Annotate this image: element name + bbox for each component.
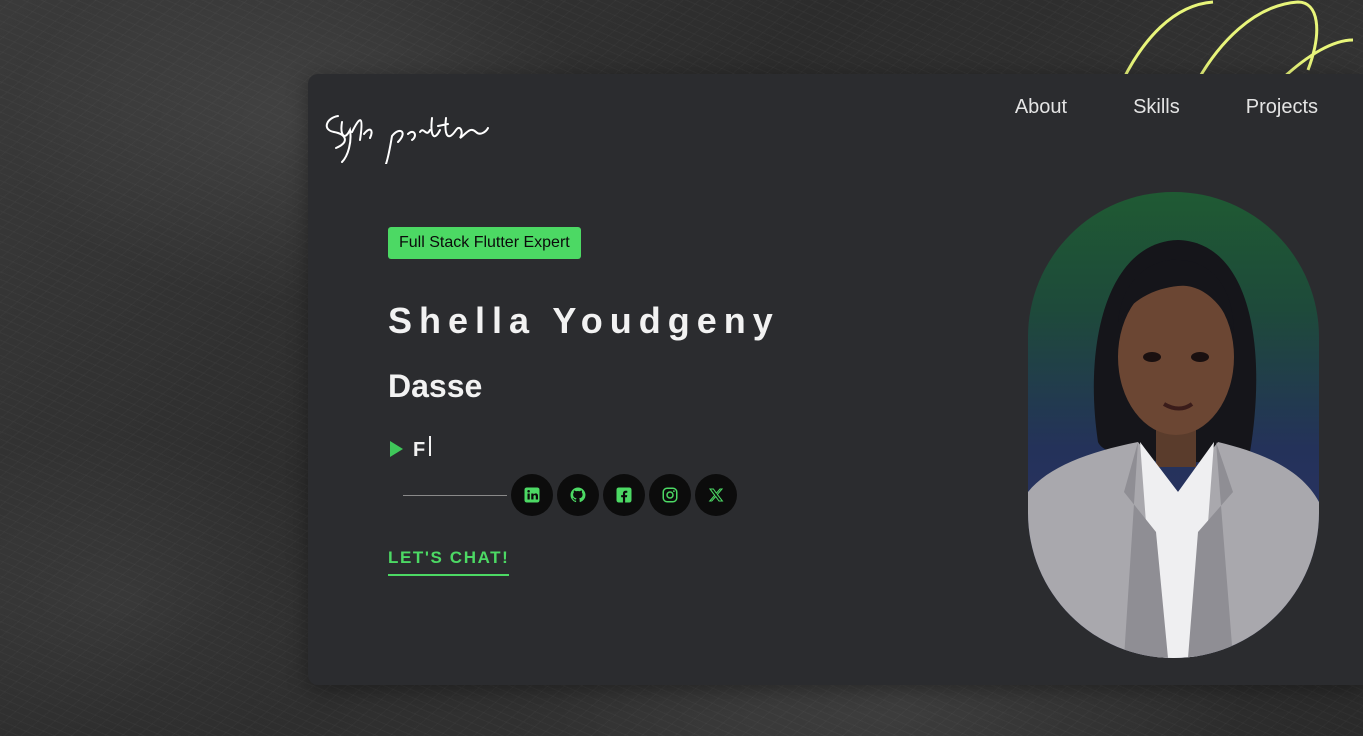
main-nav: About Skills Projects: [1015, 96, 1318, 119]
typing-text: F: [413, 439, 426, 461]
role-badge: Full Stack Flutter Expert: [388, 227, 581, 259]
typing-line: F: [390, 436, 432, 462]
facebook-icon: [616, 487, 632, 503]
lets-chat-link[interactable]: LET'S CHAT!: [388, 548, 510, 576]
social-divider-line: [403, 494, 507, 496]
linkedin-link[interactable]: [511, 474, 553, 516]
nav-skills[interactable]: Skills: [1133, 96, 1180, 119]
instagram-link[interactable]: [649, 474, 691, 516]
github-link[interactable]: [557, 474, 599, 516]
facebook-link[interactable]: [603, 474, 645, 516]
x-icon: [708, 488, 724, 502]
portrait-illustration: [1028, 240, 1319, 658]
play-icon: [390, 441, 403, 457]
decorative-lines: [1121, 0, 1354, 80]
nav-about[interactable]: About: [1015, 96, 1067, 119]
x-link[interactable]: [695, 474, 737, 516]
instagram-icon: [662, 487, 678, 503]
github-icon: [570, 487, 586, 503]
social-links: [403, 474, 741, 516]
typing-caret: [429, 436, 432, 456]
brand-logo[interactable]: [320, 96, 490, 164]
nav-projects[interactable]: Projects: [1246, 96, 1318, 119]
hero-name-first: Shella Youdgeny: [388, 300, 780, 341]
hero-card: About Skills Projects Full Stack Flutter…: [308, 74, 1363, 685]
profile-photo: [1028, 192, 1319, 658]
hero-name-last: Dasse: [388, 368, 483, 404]
linkedin-icon: [524, 487, 540, 503]
